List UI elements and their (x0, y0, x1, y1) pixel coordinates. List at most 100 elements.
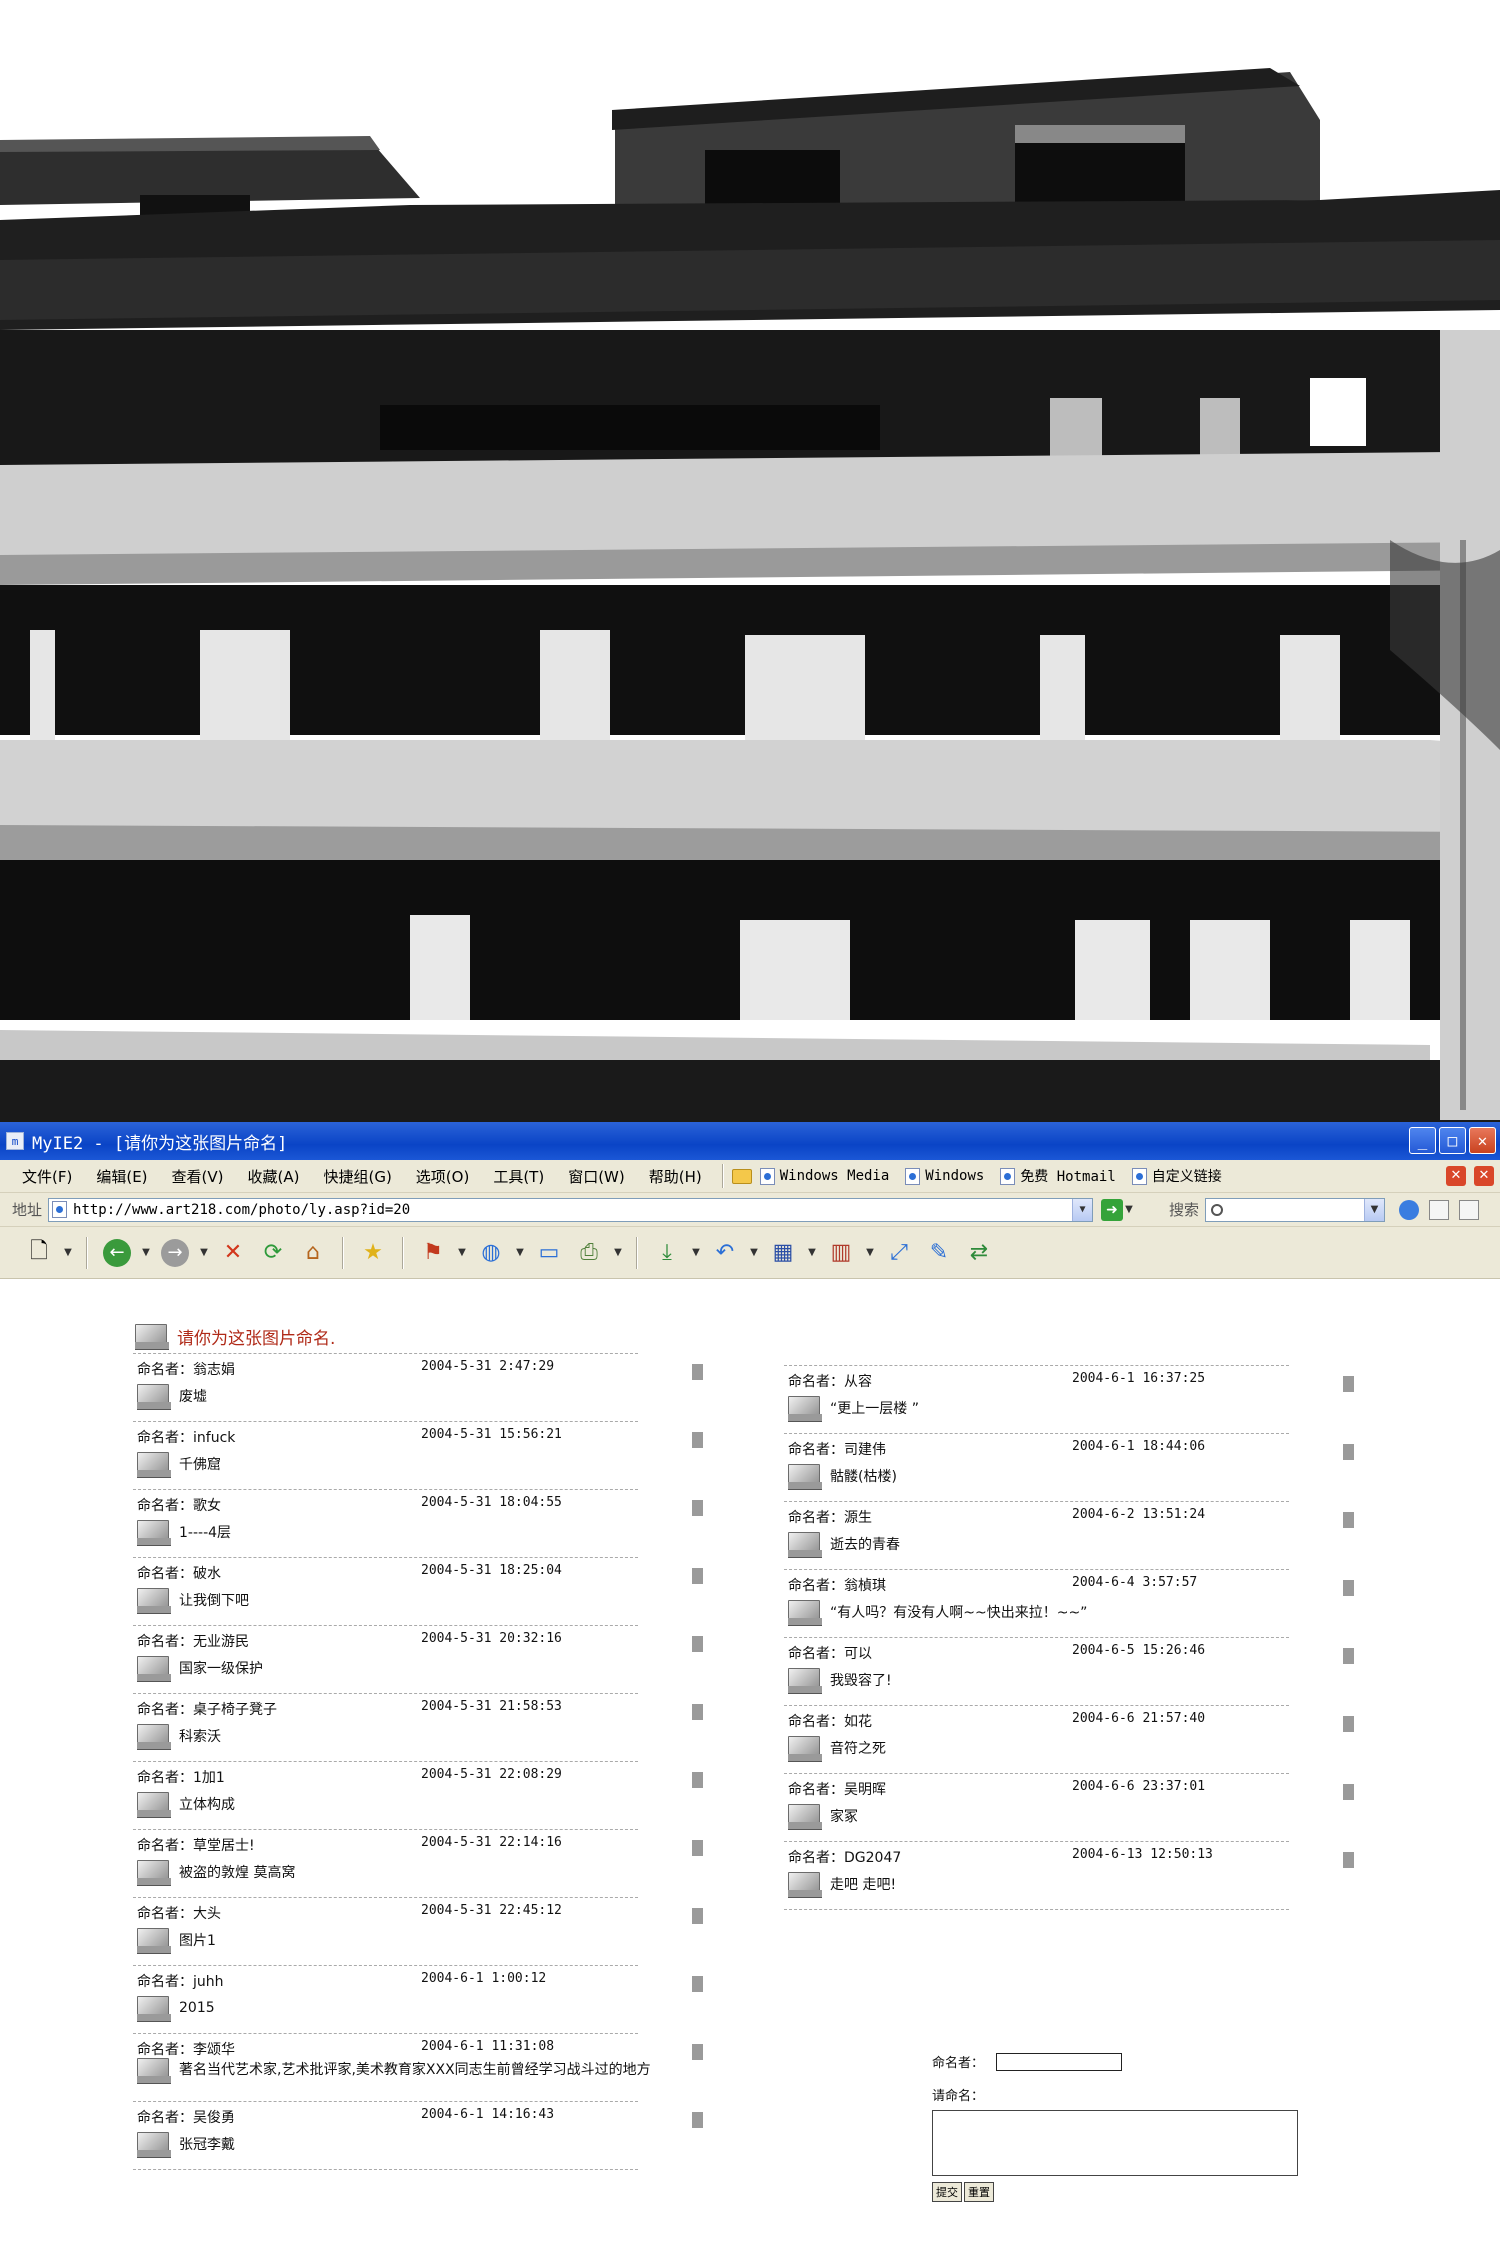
address-input[interactable]: http://www.art218.com/photo/ly.asp?id=20… (48, 1197, 1094, 1222)
chevron-down-icon[interactable]: ▼ (864, 1247, 876, 1258)
entry-name-row: 图片1 (135, 1926, 216, 1954)
entry-name-row: 被盗的敦煌 莫高窝 (135, 1858, 295, 1886)
menu-edit[interactable]: 编辑(E) (84, 1166, 159, 1187)
delete-marker-icon[interactable] (1343, 1444, 1354, 1460)
link-windows-media[interactable]: Windows Media (752, 1167, 898, 1185)
new-page-icon[interactable]: 🗋 (22, 1236, 56, 1270)
menu-tools[interactable]: 工具(T) (481, 1166, 556, 1187)
delete-marker-icon[interactable] (692, 2044, 703, 2060)
delete-marker-icon[interactable] (692, 1364, 703, 1380)
back-button[interactable]: ← (100, 1236, 134, 1270)
print-icon[interactable]: ⎙ (572, 1236, 606, 1270)
go-arrow-icon[interactable]: ➜ (1101, 1198, 1124, 1221)
page-icon (759, 1167, 775, 1185)
delete-marker-icon[interactable] (692, 1432, 703, 1448)
submit-button[interactable]: 提交 (932, 2182, 962, 2202)
chevron-down-icon[interactable]: ▼ (514, 1247, 526, 1258)
menu-favorites[interactable]: 收藏(A) (236, 1166, 312, 1187)
find-icon[interactable] (1429, 1199, 1450, 1220)
window-icon[interactable]: ▭ (532, 1236, 566, 1270)
delete-marker-icon[interactable] (1343, 1784, 1354, 1800)
page-icon (1000, 1167, 1016, 1185)
close-button[interactable]: ✕ (1469, 1127, 1496, 1154)
delete-marker-icon[interactable] (692, 1772, 703, 1788)
search-engine-icon[interactable] (1399, 1199, 1420, 1220)
delete-marker-icon[interactable] (1343, 1580, 1354, 1596)
undo-icon[interactable]: ↶ (708, 1236, 742, 1270)
chevron-down-icon[interactable]: ▼ (62, 1247, 74, 1258)
chevron-down-icon[interactable]: ▼ (1123, 1204, 1135, 1215)
author-prefix: 命名者： (137, 1566, 193, 1582)
doc-close-icon[interactable]: ✕ (1474, 1166, 1494, 1186)
home-icon[interactable]: ⌂ (296, 1236, 330, 1270)
entry-name-row: 废墟 (135, 1382, 207, 1410)
highlight-icon[interactable] (1459, 1199, 1480, 1220)
columns-icon[interactable]: ▥ (824, 1236, 858, 1270)
author-prefix: 命名者： (137, 1974, 193, 1990)
menu-groups[interactable]: 快捷组(G) (311, 1166, 403, 1187)
chevron-down-icon[interactable]: ▼ (612, 1247, 624, 1258)
chevron-down-icon[interactable]: ▼ (806, 1247, 818, 1258)
delete-marker-icon[interactable] (692, 1636, 703, 1652)
entry-author: 命名者：歌女 (137, 1495, 421, 1515)
forward-button[interactable]: → (158, 1236, 192, 1270)
refresh-icon[interactable]: ⟳ (256, 1236, 290, 1270)
favorites-star-icon[interactable]: ★ (356, 1236, 390, 1270)
delete-marker-icon[interactable] (692, 2112, 703, 2128)
chevron-down-icon[interactable]: ▼ (1364, 1198, 1385, 1221)
author-prefix: 命名者： (137, 1906, 193, 1922)
menu-file[interactable]: 文件(F) (0, 1166, 84, 1187)
delete-marker-icon[interactable] (692, 1500, 703, 1516)
menu-window[interactable]: 窗口(W) (556, 1166, 637, 1187)
delete-marker-icon[interactable] (1343, 1716, 1354, 1732)
entry-timestamp: 2004-5-31 20:32:16 (421, 1631, 562, 1646)
entry-name-row: 逝去的青春 (786, 1530, 900, 1558)
download-icon[interactable]: ⤓ (650, 1236, 684, 1270)
author-name: 1加1 (193, 1770, 225, 1786)
delete-marker-icon[interactable] (1343, 1376, 1354, 1392)
author-input[interactable] (996, 2052, 1123, 2071)
delete-marker-icon[interactable] (1343, 1852, 1354, 1868)
globe-icon[interactable]: ◍ (474, 1236, 508, 1270)
search-input[interactable]: ▼ (1205, 1197, 1386, 1222)
author-prefix: 命名者： (788, 1850, 844, 1866)
proxy-icon[interactable]: ⚑ (416, 1236, 450, 1270)
maximize-button[interactable]: □ (1439, 1127, 1466, 1154)
entry-name-row: “有人吗？有没有人啊~~快出来拉！~~” (786, 1598, 1087, 1626)
menu-view[interactable]: 查看(V) (160, 1166, 236, 1187)
stop-icon[interactable]: ✕ (216, 1236, 250, 1270)
minimize-button[interactable]: _ (1409, 1127, 1436, 1154)
entry-name: 音符之死 (830, 1741, 886, 1757)
delete-marker-icon[interactable] (692, 1976, 703, 1992)
link-custom[interactable]: 自定义链接 (1124, 1166, 1230, 1186)
menu-options[interactable]: 选项(O) (404, 1166, 482, 1187)
link-hotmail[interactable]: 免费 Hotmail (992, 1166, 1123, 1186)
tab-close-icon[interactable]: ✕ (1446, 1166, 1466, 1186)
building-photo-image (0, 68, 1500, 1122)
links-folder-icon[interactable] (731, 1168, 752, 1184)
entry-header: 命名者：如花 2004-6-6 21:57:40 (788, 1711, 1288, 1731)
delete-marker-icon[interactable] (692, 1908, 703, 1924)
grid-icon[interactable]: ▦ (766, 1236, 800, 1270)
chevron-down-icon[interactable]: ▼ (140, 1247, 152, 1258)
sync-icon[interactable]: ⇄ (962, 1236, 996, 1270)
book-icon (786, 1802, 822, 1830)
reset-button[interactable]: 重置 (964, 2182, 994, 2202)
title-textarea[interactable] (932, 2110, 1298, 2176)
author-prefix: 命名者： (788, 1374, 844, 1390)
fullscreen-icon[interactable]: ⤢ (882, 1236, 916, 1270)
delete-marker-icon[interactable] (1343, 1648, 1354, 1664)
edit-icon[interactable]: ✎ (922, 1236, 956, 1270)
link-windows[interactable]: Windows (897, 1167, 992, 1185)
menu-help[interactable]: 帮助(H) (637, 1166, 714, 1187)
chevron-down-icon[interactable]: ▼ (690, 1247, 702, 1258)
chevron-down-icon[interactable]: ▼ (456, 1247, 468, 1258)
delete-marker-icon[interactable] (692, 1568, 703, 1584)
entry-author: 命名者：1加1 (137, 1767, 421, 1787)
delete-marker-icon[interactable] (1343, 1512, 1354, 1528)
chevron-down-icon[interactable]: ▼ (198, 1247, 210, 1258)
delete-marker-icon[interactable] (692, 1840, 703, 1856)
delete-marker-icon[interactable] (692, 1704, 703, 1720)
chevron-down-icon[interactable]: ▼ (1072, 1198, 1093, 1221)
chevron-down-icon[interactable]: ▼ (748, 1247, 760, 1258)
